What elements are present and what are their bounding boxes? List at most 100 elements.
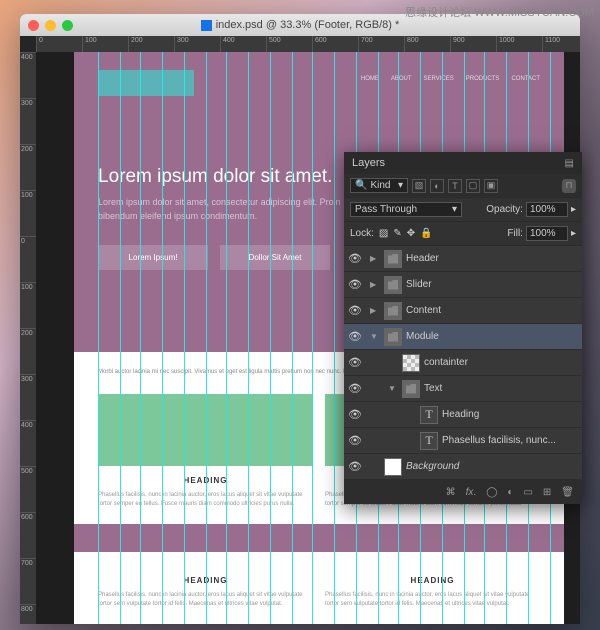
ps-file-icon bbox=[201, 20, 212, 31]
opacity-input[interactable]: 100% bbox=[526, 202, 568, 217]
filter-type-icon[interactable]: T bbox=[448, 179, 462, 193]
layer-list[interactable]: 👁 ▶ Header 👁 ▶ Slider 👁 ▶ Content 👁 ▼ Module 👁 contai… bbox=[344, 246, 582, 480]
layer-row[interactable]: 👁 containter bbox=[344, 350, 582, 376]
hero-paragraph: Lorem ipsum dolor sit amet, consectetur … bbox=[98, 196, 358, 223]
filter-toggle[interactable]: ⊓ bbox=[562, 179, 576, 193]
disclosure-icon[interactable]: ▼ bbox=[388, 384, 398, 393]
lock-all-icon[interactable]: 🔒 bbox=[420, 228, 432, 239]
visibility-icon[interactable]: 👁 bbox=[348, 356, 362, 369]
layer-thumb: T bbox=[420, 432, 438, 450]
module-image bbox=[98, 394, 313, 466]
disclosure-icon[interactable]: ▶ bbox=[370, 280, 380, 289]
layer-name[interactable]: Content bbox=[406, 305, 578, 316]
nav-item: ABOUT bbox=[391, 76, 412, 82]
layer-name[interactable]: Heading bbox=[442, 409, 578, 420]
adjustment-icon[interactable]: ◐ bbox=[507, 487, 513, 498]
close-button[interactable] bbox=[28, 20, 39, 31]
layer-name[interactable]: Text bbox=[424, 383, 578, 394]
fill-flyout-icon[interactable]: ▸ bbox=[571, 228, 576, 239]
module-text: Phasellus facilisis, nunc in lacinia auc… bbox=[98, 591, 313, 610]
nav-item: CONTACT bbox=[511, 76, 540, 82]
hero-button-1: Lorem Ipsum! bbox=[98, 245, 208, 270]
layer-row[interactable]: 👁 ▼ Module bbox=[344, 324, 582, 350]
module-heading: HEADING bbox=[325, 576, 540, 585]
module-1: HEADING Phasellus facilisis, nunc in lac… bbox=[98, 394, 313, 510]
nav-item: HOME bbox=[361, 76, 379, 82]
layer-row[interactable]: 👁 ▼ Text bbox=[344, 376, 582, 402]
layer-name[interactable]: Phasellus facilisis, nunc... bbox=[442, 435, 578, 446]
layer-thumb bbox=[384, 458, 402, 476]
layer-row[interactable]: 👁 T Phasellus facilisis, nunc... bbox=[344, 428, 582, 454]
visibility-icon[interactable]: 👁 bbox=[348, 278, 362, 291]
visibility-icon[interactable]: 👁 bbox=[348, 434, 362, 447]
logo-placeholder bbox=[98, 70, 194, 96]
layer-thumb bbox=[402, 354, 420, 372]
fill-label: Fill: bbox=[507, 228, 523, 239]
lock-trans-icon[interactable]: ▨ bbox=[379, 228, 388, 239]
module-heading: HEADING bbox=[98, 476, 313, 485]
layer-thumb bbox=[384, 250, 402, 268]
filter-kind-select[interactable]: 🔍Kind▾ bbox=[350, 178, 408, 193]
filter-adjust-icon[interactable]: ◐ bbox=[430, 179, 444, 193]
layer-row[interactable]: 👁THeading bbox=[344, 402, 582, 428]
filter-shape-icon[interactable]: ▢ bbox=[466, 179, 480, 193]
module-heading: HEADING bbox=[98, 576, 313, 585]
layer-name[interactable]: Module bbox=[406, 331, 578, 342]
layer-thumb bbox=[402, 380, 420, 398]
layer-name[interactable]: Slider bbox=[406, 279, 578, 290]
layer-thumb bbox=[384, 328, 402, 346]
disclosure-icon[interactable]: ▼ bbox=[370, 332, 380, 341]
layer-row[interactable]: 👁 ▶ Content bbox=[344, 298, 582, 324]
fill-input[interactable]: 100% bbox=[526, 226, 568, 241]
layers-tab[interactable]: Layers bbox=[352, 157, 385, 169]
visibility-icon[interactable]: 👁 bbox=[348, 408, 362, 421]
visibility-icon[interactable]: 👁 bbox=[348, 252, 362, 265]
nav-item: SERVICES bbox=[424, 76, 454, 82]
module-text: Phasellus facilisis, nunc in lacinia auc… bbox=[98, 491, 313, 510]
layer-name[interactable]: Header bbox=[406, 253, 578, 264]
disclosure-icon[interactable]: ▶ bbox=[370, 254, 380, 263]
layer-row[interactable]: 👁 ▶ Slider bbox=[344, 272, 582, 298]
trash-icon[interactable]: 🗑 bbox=[561, 487, 574, 498]
link-layers-icon[interactable]: ⌘ bbox=[446, 487, 456, 498]
hero-button-2: Dollor Sit Amet bbox=[220, 245, 330, 270]
ruler-horizontal[interactable]: 0100200300400500600700800900100011001200 bbox=[36, 36, 580, 52]
layer-name[interactable]: containter bbox=[424, 357, 578, 368]
ruler-vertical[interactable]: 4003002001000100200300400500600700800900… bbox=[20, 52, 36, 624]
visibility-icon[interactable]: 👁 bbox=[348, 304, 362, 317]
layer-row[interactable]: 👁 ▶ Header bbox=[344, 246, 582, 272]
mask-icon[interactable]: ◯ bbox=[486, 487, 497, 498]
nav: HOME ABOUT SERVICES PRODUCTS CONTACT bbox=[361, 76, 540, 82]
opacity-flyout-icon[interactable]: ▸ bbox=[571, 204, 576, 215]
lock-fill-row: Lock: ▨ ✎ ✥ 🔒 Fill:100%▸ bbox=[344, 222, 582, 246]
visibility-icon[interactable]: 👁 bbox=[348, 330, 362, 343]
minimize-button[interactable] bbox=[45, 20, 56, 31]
filter-smart-icon[interactable]: ▣ bbox=[484, 179, 498, 193]
group-icon[interactable]: ▭ bbox=[523, 487, 532, 498]
blend-mode-select[interactable]: Pass Through▾ bbox=[350, 202, 462, 217]
layer-thumb bbox=[384, 302, 402, 320]
fx-icon[interactable]: fx. bbox=[466, 487, 477, 498]
lock-label: Lock: bbox=[350, 228, 374, 239]
lock-position-icon[interactable]: ✥ bbox=[407, 228, 415, 239]
layers-footer: ⌘ fx. ◯ ◐ ▭ ⊞ 🗑 bbox=[344, 480, 582, 504]
visibility-icon[interactable]: 👁 bbox=[348, 382, 362, 395]
module-text: Phasellus facilisis, nunc in lacinia auc… bbox=[325, 591, 540, 610]
panel-menu-icon[interactable]: ▤ bbox=[565, 158, 574, 169]
document-title: index.psd @ 33.3% (Footer, RGB/8) * bbox=[216, 19, 400, 31]
disclosure-icon[interactable]: ▶ bbox=[370, 306, 380, 315]
visibility-icon[interactable]: 👁 bbox=[348, 460, 362, 473]
lock-pixels-icon[interactable]: ✎ bbox=[393, 228, 401, 239]
blend-opacity-row: Pass Through▾ Opacity:100%▸ bbox=[344, 198, 582, 222]
new-layer-icon[interactable]: ⊞ bbox=[543, 487, 551, 498]
purple-band bbox=[74, 524, 564, 552]
layers-panel[interactable]: Layers ▤ 🔍Kind▾ ▧ ◐ T ▢ ▣ ⊓ Pass Through… bbox=[344, 152, 582, 504]
layer-name[interactable]: Background bbox=[406, 461, 578, 472]
nav-item: PRODUCTS bbox=[466, 76, 500, 82]
zoom-button[interactable] bbox=[62, 20, 73, 31]
panel-tab-bar: Layers ▤ bbox=[344, 152, 582, 174]
watermark: 思缘设计论坛 WWW.MISSYUAN.COM bbox=[405, 4, 594, 20]
filter-pixel-icon[interactable]: ▧ bbox=[412, 179, 426, 193]
layer-row[interactable]: 👁 Background bbox=[344, 454, 582, 480]
opacity-label: Opacity: bbox=[486, 204, 523, 215]
